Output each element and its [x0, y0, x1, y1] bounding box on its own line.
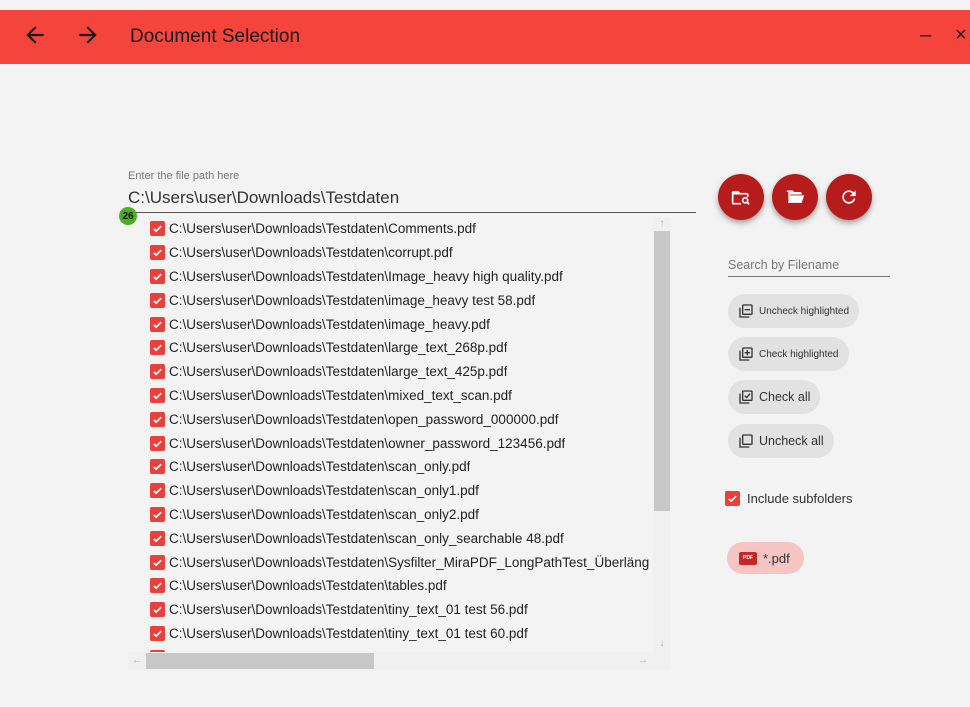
forward-button[interactable]: [75, 22, 105, 52]
file-path-label: C:\Users\user\Downloads\Testdaten\scan_o…: [169, 459, 471, 475]
scroll-left-icon[interactable]: ←: [130, 652, 144, 670]
pdf-filter-chip[interactable]: PDF *.pdf: [727, 542, 804, 574]
file-path-label: C:\Users\user\Downloads\Testdaten\scan_o…: [169, 530, 564, 546]
file-checkbox[interactable]: [150, 483, 165, 499]
file-list-item[interactable]: C:\Users\user\Downloads\Testdaten\large_…: [150, 336, 650, 360]
file-checkbox[interactable]: [150, 602, 165, 618]
file-path-label: C:\Users\user\Downloads\Testdaten\tiny_t…: [169, 625, 528, 641]
close-button[interactable]: ×: [955, 24, 967, 47]
filename-search-input[interactable]: [728, 254, 890, 277]
minimize-button[interactable]: –: [920, 24, 931, 47]
file-list-item[interactable]: C:\Users\user\Downloads\Testdaten\scan_o…: [150, 526, 650, 550]
file-checkbox[interactable]: [150, 530, 165, 546]
file-checkbox[interactable]: [150, 340, 165, 356]
file-checkbox[interactable]: [150, 625, 165, 641]
back-button[interactable]: [22, 22, 52, 52]
check-highlighted-icon: [739, 347, 753, 361]
file-path-label: C:\Users\user\Downloads\Testdaten\mixed_…: [169, 387, 512, 403]
file-path-label: C:\Users\user\Downloads\Testdaten\tables…: [169, 578, 447, 594]
path-input[interactable]: [128, 184, 696, 213]
file-path-label: C:\Users\user\Downloads\Testdaten\owner_…: [169, 435, 566, 451]
file-path-label: C:\Users\user\Downloads\Testdaten\Image_…: [169, 268, 563, 284]
file-checkbox[interactable]: [150, 364, 165, 380]
file-path-label: C:\Users\user\Downloads\Testdaten\Commen…: [169, 221, 476, 237]
file-path-label: C:\Users\user\Downloads\Testdaten\open_p…: [169, 411, 559, 427]
uncheck-all-button[interactable]: Uncheck all: [728, 424, 834, 458]
file-list-item[interactable]: C:\Users\user\Downloads\Testdaten\image_…: [150, 288, 650, 312]
file-list-item[interactable]: C:\Users\user\Downloads\Testdaten\Image_…: [150, 265, 650, 289]
title-bar: Document Selection – ×: [0, 10, 970, 64]
file-path-label: C:\Users\user\Downloads\Testdaten\tiny_t…: [169, 602, 528, 618]
file-path-label: C:\Users\user\Downloads\Testdaten\scan_o…: [169, 483, 479, 499]
folder-search-icon: [731, 191, 750, 205]
file-checkbox[interactable]: [150, 459, 165, 475]
file-path-label: C:\Users\user\Downloads\Testdaten\Sysfil…: [169, 554, 650, 570]
check-all-icon: [739, 390, 753, 404]
path-field-label: Enter the file path here: [128, 170, 240, 182]
file-list-item[interactable]: C:\Users\user\Downloads\Testdaten\scan_o…: [150, 503, 650, 527]
folder-open-icon: [786, 190, 805, 203]
file-checkbox[interactable]: [150, 554, 165, 570]
file-list-item[interactable]: C:\Users\user\Downloads\Testdaten\large_…: [150, 360, 650, 384]
file-list-item[interactable]: C:\Users\user\Downloads\Testdaten\tiny_t…: [150, 598, 650, 622]
vertical-scroll-thumb[interactable]: [654, 231, 670, 511]
file-checkbox[interactable]: [150, 506, 165, 522]
file-list-item[interactable]: C:\Users\user\Downloads\Testdaten\Commen…: [150, 217, 650, 241]
file-list-item[interactable]: C:\Users\user\Downloads\Testdaten\open_p…: [150, 407, 650, 431]
horizontal-scroll-thumb[interactable]: [146, 653, 374, 669]
file-path-label: C:\Users\user\Downloads\Testdaten\corrup…: [169, 245, 453, 261]
open-folder-button[interactable]: [772, 174, 818, 220]
uncheck-highlighted-button[interactable]: Uncheck highlighted: [728, 294, 860, 328]
file-list-item[interactable]: C:\Users\user\Downloads\Testdaten\corrup…: [150, 241, 650, 265]
file-checkbox[interactable]: [150, 578, 165, 594]
file-path-label: C:\Users\user\Downloads\Testdaten\large_…: [169, 340, 508, 356]
file-list-item[interactable]: C:\Users\user\Downloads\Testdaten\mixed_…: [150, 384, 650, 408]
uncheck-highlighted-label: Uncheck highlighted: [759, 305, 850, 317]
refresh-button[interactable]: [826, 174, 872, 220]
file-list: C:\Users\user\Downloads\Testdaten\Commen…: [150, 217, 650, 669]
check-highlighted-label: Check highlighted: [759, 348, 839, 360]
file-path-label: C:\Users\user\Downloads\Testdaten\image_…: [169, 316, 490, 332]
file-checkbox[interactable]: [150, 316, 165, 332]
window-title: Document Selection: [130, 26, 301, 47]
arrow-left-icon: [26, 26, 44, 44]
file-checkbox[interactable]: [150, 387, 165, 403]
scroll-down-icon[interactable]: ↓: [653, 637, 671, 651]
file-path-label: C:\Users\user\Downloads\Testdaten\scan_o…: [169, 506, 479, 522]
include-subfolders-label: Include subfolders: [747, 491, 853, 506]
checkbox-checked-icon: [725, 491, 740, 506]
vertical-scrollbar[interactable]: ↑ ↓: [653, 217, 671, 670]
arrow-right-icon: [79, 26, 97, 44]
file-list-item[interactable]: C:\Users\user\Downloads\Testdaten\scan_o…: [150, 479, 650, 503]
scroll-right-icon[interactable]: →: [636, 652, 650, 670]
uncheck-all-icon: [739, 434, 753, 448]
pdf-file-icon: PDF: [739, 551, 757, 565]
file-path-label: C:\Users\user\Downloads\Testdaten\large_…: [169, 364, 508, 380]
file-list-item[interactable]: C:\Users\user\Downloads\Testdaten\owner_…: [150, 431, 650, 455]
file-path-label: C:\Users\user\Downloads\Testdaten\image_…: [169, 292, 536, 308]
file-checkbox[interactable]: [150, 435, 165, 451]
check-all-button[interactable]: Check all: [728, 380, 821, 414]
pdf-filter-label: *.pdf: [763, 550, 790, 566]
file-list-item[interactable]: C:\Users\user\Downloads\Testdaten\tiny_t…: [150, 622, 650, 646]
check-all-label: Check all: [759, 390, 811, 404]
horizontal-scrollbar[interactable]: ← →: [128, 652, 653, 670]
file-checkbox[interactable]: [150, 245, 165, 261]
refresh-icon: [842, 190, 856, 204]
file-list-item[interactable]: C:\Users\user\Downloads\Testdaten\image_…: [150, 312, 650, 336]
file-list-item[interactable]: C:\Users\user\Downloads\Testdaten\scan_o…: [150, 455, 650, 479]
file-list-item[interactable]: C:\Users\user\Downloads\Testdaten\tables…: [150, 574, 650, 598]
file-checkbox[interactable]: [150, 268, 165, 284]
uncheck-all-label: Uncheck all: [759, 434, 824, 448]
search-folder-button[interactable]: [718, 174, 764, 220]
file-list-container: C:\Users\user\Downloads\Testdaten\Commen…: [128, 217, 671, 670]
file-checkbox[interactable]: [150, 221, 165, 237]
check-highlighted-button[interactable]: Check highlighted: [728, 337, 849, 371]
scroll-up-icon[interactable]: ↑: [653, 217, 671, 231]
uncheck-highlighted-icon: [739, 304, 753, 318]
include-subfolders-checkbox[interactable]: Include subfolders: [725, 491, 853, 506]
file-checkbox[interactable]: [150, 411, 165, 427]
file-list-item[interactable]: C:\Users\user\Downloads\Testdaten\Sysfil…: [150, 550, 650, 574]
file-checkbox[interactable]: [150, 292, 165, 308]
